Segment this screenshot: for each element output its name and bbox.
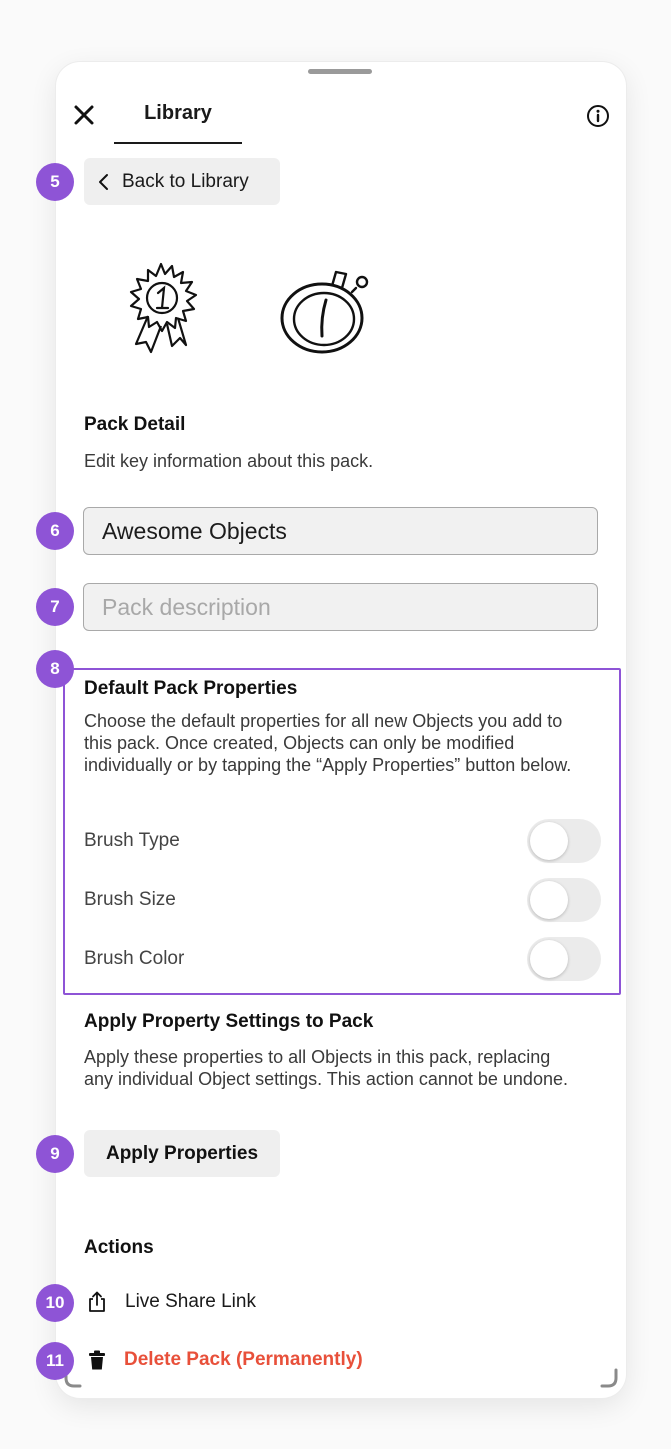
brush-color-toggle[interactable] [527, 937, 601, 981]
pack-detail-subtitle: Edit key information about this pack. [84, 451, 374, 471]
tab-library-label: Library [144, 101, 212, 124]
info-icon[interactable] [586, 104, 610, 128]
default-pack-properties-section: Default Pack Properties Choose the defau… [63, 668, 621, 995]
apply-settings-title: Apply Property Settings to Pack [84, 1011, 374, 1032]
annotation-badge-8: 8 [36, 650, 74, 688]
brush-size-toggle[interactable] [527, 878, 601, 922]
apply-properties-label: Apply Properties [105, 1142, 259, 1164]
tab-library[interactable]: Library [114, 92, 242, 144]
delete-pack-label: Delete Pack (Permanently) [124, 1349, 363, 1370]
actions-title: Actions [84, 1237, 154, 1258]
annotation-badge-11: 11 [36, 1342, 74, 1380]
chevron-left-icon [99, 173, 108, 190]
library-panel: Library Back to Library Pack Detail Edit… [56, 62, 626, 1398]
brush-type-label: Brush Type [84, 830, 180, 851]
annotation-badge-7: 7 [36, 588, 74, 626]
annotation-badge-5: 5 [36, 163, 74, 201]
close-icon[interactable] [73, 104, 95, 126]
pack-name-input[interactable] [83, 507, 598, 555]
back-to-library-label: Back to Library [122, 170, 249, 192]
corner-handle-right [600, 1368, 618, 1388]
toggle-knob [530, 940, 568, 978]
live-share-link-label: Live Share Link [125, 1291, 256, 1312]
brush-size-label: Brush Size [84, 889, 176, 910]
pack-description-input[interactable] [83, 583, 598, 631]
annotation-badge-9: 9 [36, 1135, 74, 1173]
share-icon [89, 1291, 105, 1312]
apply-properties-button[interactable]: Apply Properties [84, 1130, 280, 1177]
ribbon-award-icon[interactable] [120, 260, 202, 354]
toggle-knob [530, 881, 568, 919]
annotation-badge-6: 6 [36, 512, 74, 550]
back-to-library-button[interactable]: Back to Library [84, 158, 280, 205]
trash-icon [89, 1350, 105, 1370]
delete-pack-action[interactable]: Delete Pack (Permanently) [88, 1349, 363, 1371]
default-properties-title: Default Pack Properties [84, 678, 298, 699]
stopwatch-icon[interactable] [274, 262, 374, 356]
toggle-knob [530, 822, 568, 860]
pack-detail-title: Pack Detail [84, 414, 186, 435]
brush-type-toggle[interactable] [527, 819, 601, 863]
stage: Library Back to Library Pack Detail Edit… [0, 0, 671, 1449]
brush-color-label: Brush Color [84, 948, 185, 969]
default-properties-description: Choose the default properties for all ne… [84, 711, 572, 775]
sheet-grabber[interactable] [308, 69, 372, 74]
live-share-link-action[interactable]: Live Share Link [87, 1291, 256, 1313]
annotation-badge-10: 10 [36, 1284, 74, 1322]
apply-settings-description: Apply these properties to all Objects in… [84, 1047, 568, 1089]
